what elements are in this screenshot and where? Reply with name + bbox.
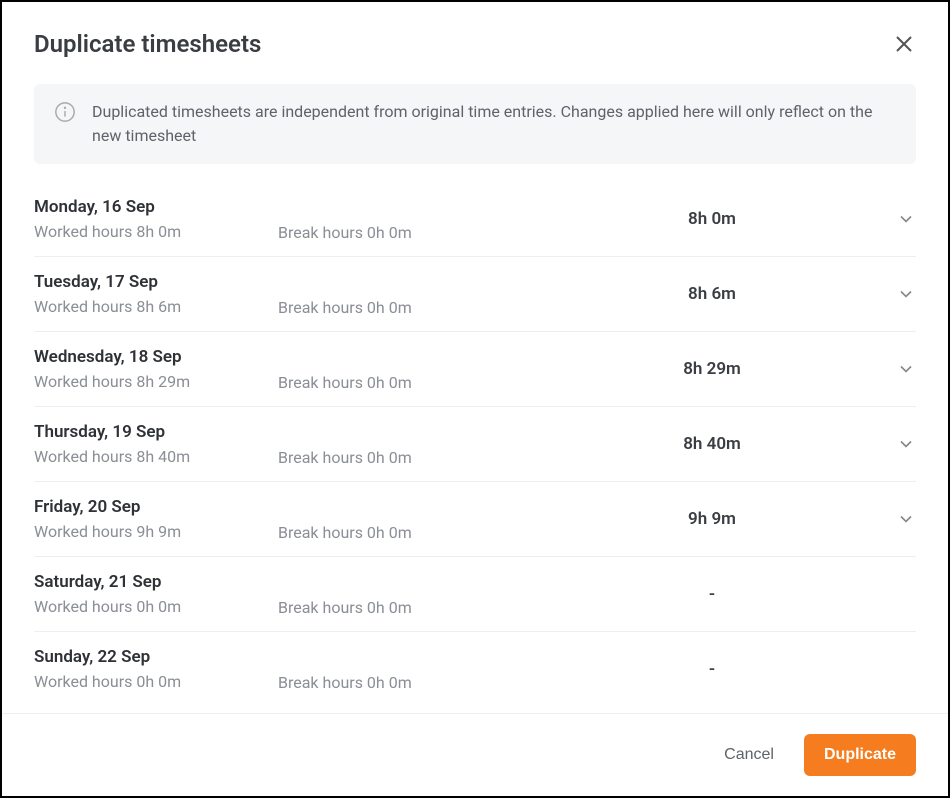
chevron-down-icon[interactable]	[896, 284, 916, 304]
dialog-footer: Cancel Duplicate	[2, 713, 948, 796]
day-total: 8h 0m	[548, 209, 876, 229]
break-hours-label: Break hours 0h 0m	[278, 373, 412, 392]
worked-hours-label: Worked hours 9h 9m	[34, 522, 278, 541]
chevron-down-icon[interactable]	[896, 209, 916, 229]
dialog-header: Duplicate timesheets	[2, 2, 948, 76]
day-info: Wednesday, 18 Sep Worked hours 8h 29m	[34, 347, 278, 391]
break-hours-col: Break hours 0h 0m	[278, 271, 548, 317]
worked-hours-label: Worked hours 0h 0m	[34, 597, 278, 616]
info-banner: Duplicated timesheets are independent fr…	[34, 84, 916, 164]
break-hours-label: Break hours 0h 0m	[278, 298, 412, 317]
chevron-down-icon[interactable]	[896, 434, 916, 454]
cancel-button[interactable]: Cancel	[718, 736, 780, 774]
day-info: Sunday, 22 Sep Worked hours 0h 0m	[34, 647, 278, 691]
break-hours-col: Break hours 0h 0m	[278, 571, 548, 617]
expand-col	[876, 284, 916, 304]
worked-hours-label: Worked hours 8h 6m	[34, 297, 278, 316]
worked-hours-label: Worked hours 8h 29m	[34, 372, 278, 391]
day-info: Thursday, 19 Sep Worked hours 8h 40m	[34, 422, 278, 466]
day-row: Sunday, 22 Sep Worked hours 0h 0mBreak ho…	[34, 632, 916, 706]
worked-hours-label: Worked hours 8h 40m	[34, 447, 278, 466]
chevron-down-icon[interactable]	[896, 359, 916, 379]
dialog-title: Duplicate timesheets	[34, 30, 261, 58]
break-hours-label: Break hours 0h 0m	[278, 223, 412, 242]
break-hours-col: Break hours 0h 0m	[278, 196, 548, 242]
break-hours-col: Break hours 0h 0m	[278, 421, 548, 467]
day-info: Monday, 16 Sep Worked hours 8h 0m	[34, 197, 278, 241]
expand-col	[876, 509, 916, 529]
day-name: Thursday, 19 Sep	[34, 422, 278, 442]
day-total: -	[548, 584, 876, 604]
day-info: Tuesday, 17 Sep Worked hours 8h 6m	[34, 272, 278, 316]
day-row[interactable]: Monday, 16 Sep Worked hours 8h 0mBreak ho…	[34, 182, 916, 257]
day-name: Wednesday, 18 Sep	[34, 347, 278, 367]
day-row: Saturday, 21 Sep Worked hours 0h 0mBreak …	[34, 557, 916, 632]
break-hours-col: Break hours 0h 0m	[278, 496, 548, 542]
day-row[interactable]: Tuesday, 17 Sep Worked hours 8h 6mBreak h…	[34, 257, 916, 332]
day-total: 8h 6m	[548, 284, 876, 304]
close-icon[interactable]	[892, 32, 916, 56]
day-row[interactable]: Friday, 20 Sep Worked hours 9h 9mBreak ho…	[34, 482, 916, 557]
day-row[interactable]: Thursday, 19 Sep Worked hours 8h 40mBreak…	[34, 407, 916, 482]
worked-hours-label: Worked hours 0h 0m	[34, 672, 278, 691]
day-name: Monday, 16 Sep	[34, 197, 278, 217]
day-name: Tuesday, 17 Sep	[34, 272, 278, 292]
day-row[interactable]: Wednesday, 18 Sep Worked hours 8h 29mBrea…	[34, 332, 916, 407]
break-hours-label: Break hours 0h 0m	[278, 523, 412, 542]
duplicate-button[interactable]: Duplicate	[804, 734, 916, 776]
chevron-down-icon[interactable]	[896, 509, 916, 529]
day-total: -	[548, 659, 876, 679]
expand-col	[876, 209, 916, 229]
day-total: 8h 40m	[548, 434, 876, 454]
break-hours-col: Break hours 0h 0m	[278, 346, 548, 392]
break-hours-label: Break hours 0h 0m	[278, 598, 412, 617]
expand-col	[876, 359, 916, 379]
day-name: Friday, 20 Sep	[34, 497, 278, 517]
day-info: Friday, 20 Sep Worked hours 9h 9m	[34, 497, 278, 541]
day-total: 8h 29m	[548, 359, 876, 379]
day-total: 9h 9m	[548, 509, 876, 529]
day-name: Saturday, 21 Sep	[34, 572, 278, 592]
break-hours-label: Break hours 0h 0m	[278, 673, 412, 692]
day-list: Monday, 16 SepWorked hours 8h 0mBreak ho…	[2, 182, 948, 713]
break-hours-col: Break hours 0h 0m	[278, 646, 548, 692]
expand-col	[876, 434, 916, 454]
break-hours-label: Break hours 0h 0m	[278, 448, 412, 467]
day-name: Sunday, 22 Sep	[34, 647, 278, 667]
info-icon	[54, 101, 76, 123]
day-info: Saturday, 21 Sep Worked hours 0h 0m	[34, 572, 278, 616]
worked-hours-label: Worked hours 8h 0m	[34, 222, 278, 241]
info-text: Duplicated timesheets are independent fr…	[92, 100, 896, 148]
